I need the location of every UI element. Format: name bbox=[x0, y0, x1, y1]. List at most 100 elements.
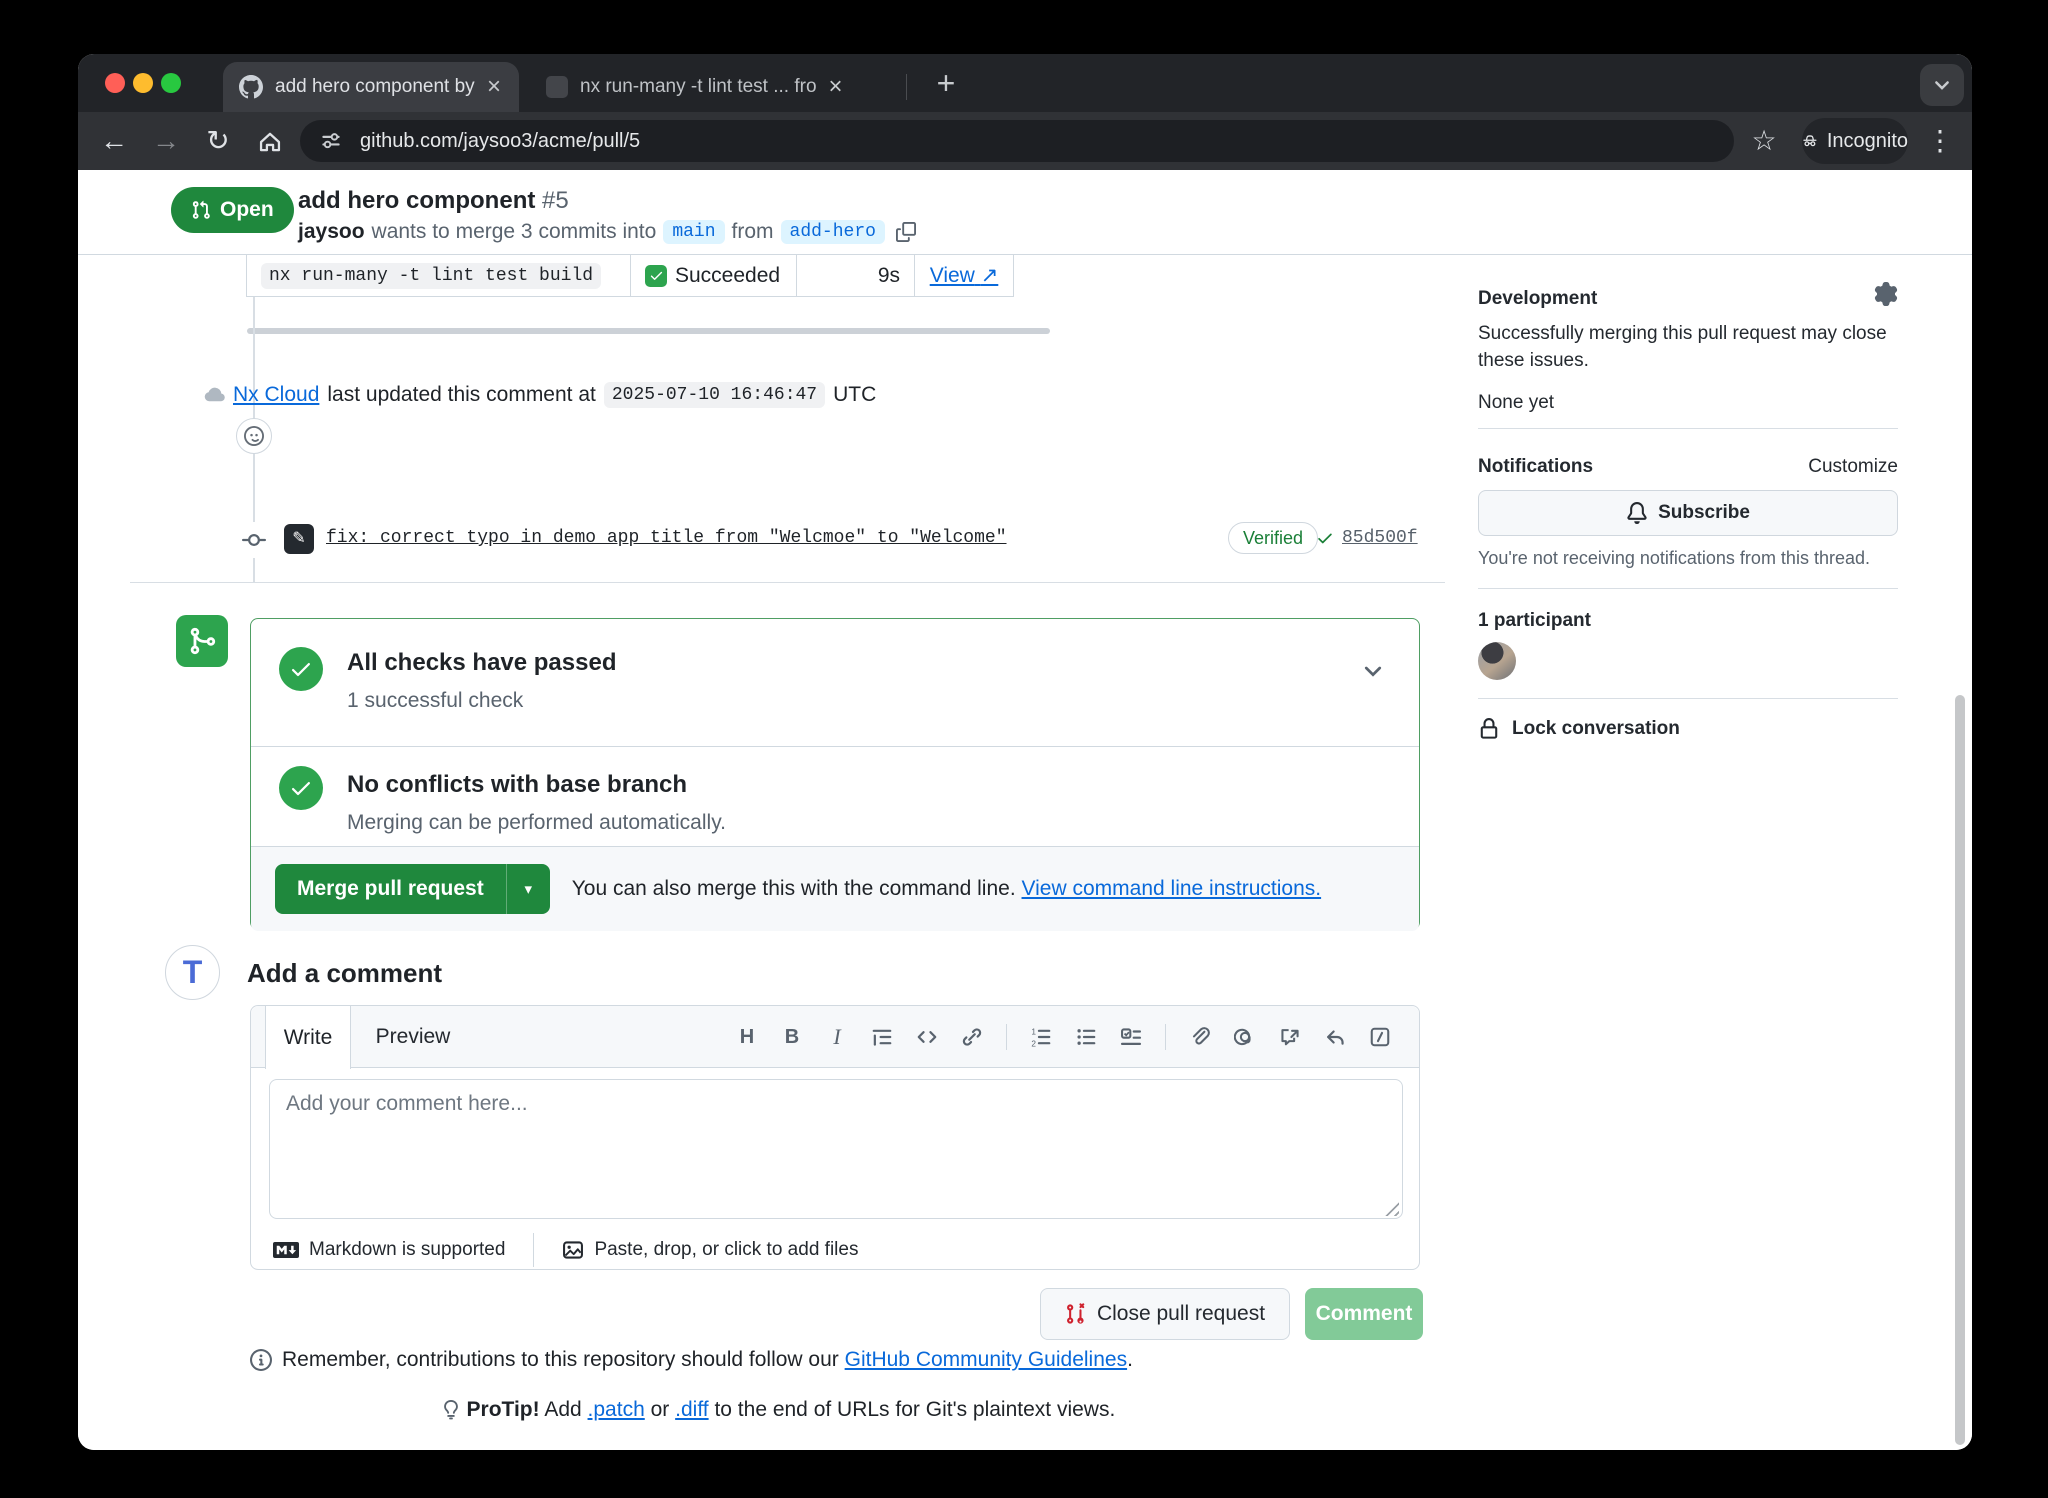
formatting-toolbar: H B I 12 bbox=[736, 1006, 1391, 1068]
verified-badge[interactable]: Verified bbox=[1228, 522, 1318, 554]
merge-button-group: Merge pull request ▾ bbox=[275, 864, 550, 914]
nx-favicon bbox=[546, 76, 568, 98]
bullet-list-icon[interactable] bbox=[1075, 1026, 1097, 1048]
tab-nx-run[interactable]: nx run-many -t lint test ... fro × bbox=[530, 62, 890, 112]
slash-commands-icon[interactable] bbox=[1369, 1026, 1391, 1048]
close-icon[interactable]: × bbox=[829, 75, 843, 99]
markdown-hint[interactable]: Markdown is supported bbox=[273, 1239, 505, 1261]
tab-write[interactable]: Write bbox=[265, 1006, 351, 1069]
comment-editor: Write Preview H B I 12 bbox=[250, 1005, 1420, 1270]
bell-icon bbox=[1626, 502, 1648, 524]
merge-pull-request-button[interactable]: Merge pull request bbox=[275, 864, 506, 914]
quote-icon[interactable] bbox=[871, 1026, 893, 1048]
diff-link[interactable]: .diff bbox=[675, 1398, 708, 1421]
scrollbar[interactable] bbox=[1955, 695, 1965, 1445]
git-pull-request-icon bbox=[191, 200, 211, 220]
participant-avatar[interactable] bbox=[1478, 642, 1516, 680]
pr-number: #5 bbox=[542, 187, 569, 214]
incognito-label: Incognito bbox=[1827, 130, 1908, 153]
bookmark-star-icon[interactable]: ☆ bbox=[1746, 124, 1782, 160]
checks-passed-icon bbox=[279, 647, 323, 691]
nx-cloud-link[interactable]: Nx Cloud bbox=[233, 383, 319, 407]
comment-submit-button[interactable]: Comment bbox=[1305, 1288, 1423, 1340]
git-merge-icon bbox=[176, 615, 228, 667]
url-text[interactable]: github.com/jaysoo3/acme/pull/5 bbox=[360, 130, 640, 153]
tab-preview[interactable]: Preview bbox=[363, 1006, 463, 1068]
paste-files-hint[interactable]: Paste, drop, or click to add files bbox=[562, 1239, 858, 1261]
check-status: Succeeded bbox=[675, 264, 780, 288]
section-divider bbox=[130, 582, 1445, 583]
svg-text:2: 2 bbox=[1031, 1040, 1036, 1048]
hint-separator bbox=[533, 1233, 534, 1267]
pr-author: jaysoo bbox=[298, 220, 365, 244]
home-button[interactable] bbox=[252, 124, 288, 160]
maximize-window-button[interactable] bbox=[161, 73, 181, 93]
cli-instructions-link[interactable]: View command line instructions. bbox=[1022, 877, 1322, 900]
community-guidelines-link[interactable]: GitHub Community Guidelines bbox=[845, 1348, 1127, 1371]
info-icon bbox=[250, 1349, 272, 1371]
development-empty: None yet bbox=[1478, 392, 1554, 414]
heading-icon[interactable]: H bbox=[736, 1026, 758, 1048]
tab-pull-request[interactable]: add hero component by jayso × bbox=[223, 62, 519, 112]
view-link[interactable]: View ↗ bbox=[930, 263, 999, 288]
check-status-cell: Succeeded bbox=[631, 255, 797, 296]
close-window-button[interactable] bbox=[105, 73, 125, 93]
close-icon[interactable]: × bbox=[487, 75, 501, 99]
add-comment-heading: Add a comment bbox=[247, 958, 442, 989]
head-branch-label[interactable]: add-hero bbox=[781, 220, 885, 244]
github-favicon bbox=[239, 75, 263, 99]
external-link-icon: ↗ bbox=[981, 264, 999, 287]
merge-options-dropdown[interactable]: ▾ bbox=[506, 864, 550, 914]
link-icon[interactable] bbox=[961, 1026, 983, 1048]
reload-button[interactable]: ↻ bbox=[200, 124, 236, 160]
customize-link[interactable]: Customize bbox=[1808, 456, 1898, 478]
notifications-status: You're not receiving notifications from … bbox=[1478, 548, 1870, 569]
merge-status-box: All checks have passed 1 successful chec… bbox=[250, 618, 1420, 930]
no-conflicts-icon bbox=[279, 766, 323, 810]
patch-link[interactable]: .patch bbox=[588, 1398, 645, 1421]
saved-replies-icon[interactable] bbox=[1324, 1026, 1346, 1048]
cli-merge-text: You can also merge this with the command… bbox=[572, 877, 1321, 901]
tab-search-button[interactable] bbox=[1920, 64, 1964, 106]
chevron-down-icon[interactable] bbox=[1361, 659, 1385, 688]
attach-file-icon[interactable] bbox=[1189, 1026, 1211, 1048]
commit-sha-link[interactable]: 85d500f bbox=[1342, 528, 1418, 548]
cross-reference-icon[interactable] bbox=[1279, 1026, 1301, 1048]
forward-button[interactable]: → bbox=[148, 124, 184, 160]
numbered-list-icon[interactable]: 12 bbox=[1030, 1026, 1052, 1048]
site-info-icon[interactable] bbox=[320, 130, 342, 152]
sidebar-divider bbox=[1478, 588, 1898, 589]
code-icon[interactable] bbox=[916, 1026, 938, 1048]
italic-icon[interactable]: I bbox=[826, 1026, 848, 1048]
copy-icon[interactable] bbox=[896, 222, 916, 242]
image-icon bbox=[562, 1239, 584, 1261]
sidebar-divider bbox=[1478, 428, 1898, 429]
task-list-icon[interactable] bbox=[1120, 1026, 1142, 1048]
new-tab-button[interactable]: + bbox=[926, 64, 966, 104]
tab-title: add hero component by jayso bbox=[275, 76, 475, 98]
mention-icon[interactable] bbox=[1234, 1026, 1256, 1048]
bold-icon[interactable]: B bbox=[781, 1026, 803, 1048]
commit-author-avatar[interactable]: ✎ bbox=[284, 524, 314, 554]
pr-title: add hero component #5 bbox=[298, 187, 569, 215]
pr-state-badge: Open bbox=[171, 187, 294, 233]
subscribe-button[interactable]: Subscribe bbox=[1478, 490, 1898, 536]
commit-message-link[interactable]: fix: correct typo in demo app title from… bbox=[326, 528, 1007, 548]
base-branch-label[interactable]: main bbox=[663, 220, 724, 244]
no-conflicts-title: No conflicts with base branch bbox=[347, 771, 687, 799]
close-pull-request-button[interactable]: Close pull request bbox=[1040, 1288, 1290, 1340]
minimize-window-button[interactable] bbox=[133, 73, 153, 93]
gear-icon[interactable] bbox=[1874, 282, 1898, 312]
incognito-badge: Incognito bbox=[1802, 118, 1908, 164]
participants-title: 1 participant bbox=[1478, 610, 1591, 632]
browser-menu-icon[interactable]: ⋮ bbox=[1922, 124, 1958, 160]
add-reaction-button[interactable] bbox=[236, 418, 272, 454]
url-bar[interactable]: github.com/jaysoo3/acme/pull/5 bbox=[300, 120, 1734, 162]
browser-toolbar: ← → ↻ github.com/jaysoo3/acme/pull/5 ☆ I… bbox=[78, 112, 1972, 170]
smiley-icon bbox=[244, 426, 264, 446]
tab-divider bbox=[906, 74, 907, 100]
comment-input[interactable] bbox=[269, 1079, 1403, 1219]
user-avatar[interactable]: T bbox=[165, 945, 220, 1000]
lock-conversation-button[interactable]: Lock conversation bbox=[1478, 718, 1680, 740]
back-button[interactable]: ← bbox=[96, 124, 132, 160]
